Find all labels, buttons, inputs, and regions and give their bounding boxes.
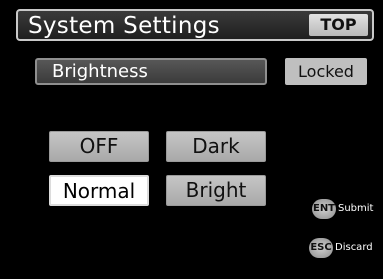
top-button[interactable]: TOP [309, 14, 368, 36]
submit-label: Submit [338, 203, 374, 214]
discard-hint[interactable]: ESC Discard [309, 238, 377, 258]
option-dark-button[interactable]: Dark [166, 131, 266, 162]
locked-status-badge: Locked [285, 58, 367, 85]
brightness-setting-field[interactable]: Brightness [35, 58, 267, 85]
discard-label: Discard [335, 242, 373, 253]
setting-name-label: Brightness [52, 61, 148, 82]
settings-screen: System Settings TOP Brightness Locked OF… [0, 0, 383, 279]
option-bright-button[interactable]: Bright [166, 175, 266, 206]
option-off-button[interactable]: OFF [49, 131, 149, 162]
page-title: System Settings [28, 13, 220, 39]
esc-key-icon: ESC [309, 238, 333, 258]
ent-key-icon: ENT [312, 199, 336, 219]
title-bar: System Settings TOP [16, 9, 374, 41]
option-normal-button[interactable]: Normal [49, 175, 149, 206]
submit-hint[interactable]: ENT Submit [312, 199, 376, 219]
